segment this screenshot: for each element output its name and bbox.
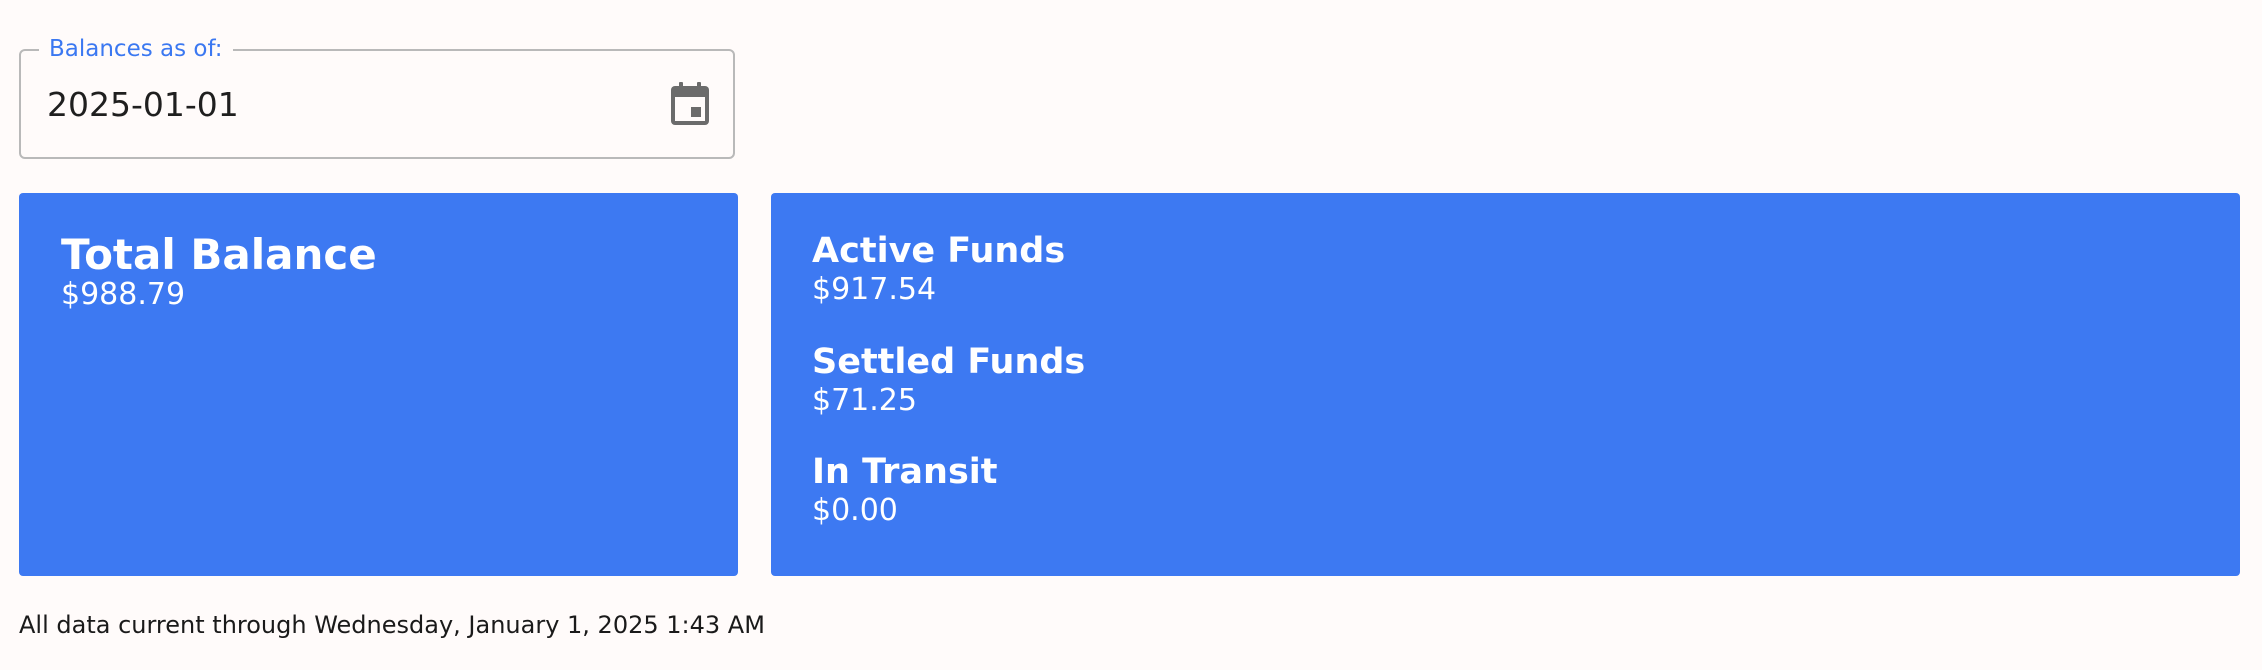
in-transit-label: In Transit xyxy=(812,452,998,492)
date-field-legend: Balances as of: xyxy=(39,34,233,64)
date-input-value[interactable]: 2025-01-01 xyxy=(47,85,239,125)
active-funds-value: $917.54 xyxy=(812,272,937,307)
settled-funds-label: Settled Funds xyxy=(812,342,1086,382)
settled-funds-value: $71.25 xyxy=(812,383,917,418)
funds-breakdown-card: Active Funds $917.54 Settled Funds $71.2… xyxy=(771,193,2240,576)
active-funds-label: Active Funds xyxy=(812,231,1066,271)
in-transit-value: $0.00 xyxy=(812,493,898,528)
total-balance-value: $988.79 xyxy=(61,277,186,312)
settled-funds-group: Settled Funds $71.25 xyxy=(812,341,1085,419)
total-balance-title: Total Balance xyxy=(61,230,377,279)
data-current-note: All data current through Wednesday, Janu… xyxy=(19,611,765,639)
balances-date-field[interactable]: Balances as of: 2025-01-01 xyxy=(19,34,735,159)
active-funds-group: Active Funds $917.54 xyxy=(812,230,1065,308)
in-transit-group: In Transit $0.00 xyxy=(812,451,998,529)
total-balance-card: Total Balance $988.79 xyxy=(19,193,738,576)
calendar-icon[interactable] xyxy=(669,81,711,127)
